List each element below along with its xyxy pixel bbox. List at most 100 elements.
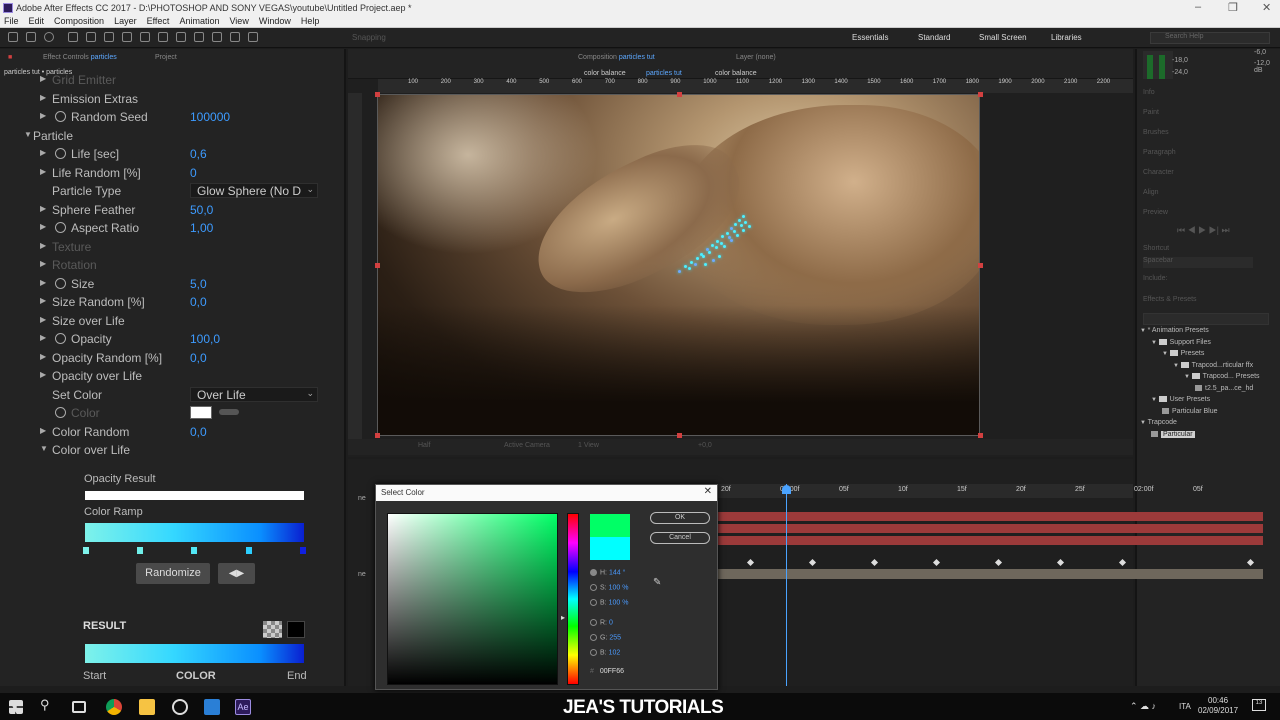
rotation-tool-icon[interactable] xyxy=(68,32,78,42)
expanded-triangle-icon[interactable]: ▼ xyxy=(40,444,48,453)
panel-close-icon[interactable]: ■ xyxy=(8,54,12,61)
collapsed-triangle-icon[interactable]: ▶ xyxy=(40,278,46,287)
close-icon[interactable]: ✕ xyxy=(704,486,712,497)
field-value[interactable]: 255 xyxy=(609,634,621,641)
checkerboard-icon[interactable] xyxy=(263,621,282,638)
keyframe-icon[interactable] xyxy=(1118,558,1127,567)
tree-item[interactable]: ▼ * Animation Presets xyxy=(1140,327,1209,334)
expanded-triangle-icon[interactable]: ▼ xyxy=(1151,397,1159,403)
app-icon[interactable] xyxy=(172,699,188,715)
property-row[interactable]: ▶ Opacity over Life xyxy=(0,367,346,385)
clock[interactable]: 00:46 02/09/2017 xyxy=(1198,696,1238,716)
tree-item[interactable]: ▼ User Presets xyxy=(1151,396,1210,403)
exposure-value[interactable]: +0,0 xyxy=(698,442,712,449)
hex-value[interactable]: 00FF66 xyxy=(600,668,624,675)
ramp-stop[interactable] xyxy=(191,547,197,554)
bounding-handle[interactable] xyxy=(978,92,983,97)
panel-paint[interactable]: Paint xyxy=(1143,109,1159,116)
property-row[interactable]: ▶ Opacity Random [%] 0,0 xyxy=(0,349,346,367)
property-value[interactable]: 0,0 xyxy=(190,351,207,365)
property-row[interactable]: ▼ Particle xyxy=(0,127,346,145)
expanded-triangle-icon[interactable]: ▼ xyxy=(1162,351,1170,357)
keyframe-icon[interactable] xyxy=(808,558,817,567)
property-dropdown[interactable]: Over Life ⌄ xyxy=(190,386,318,402)
panel-paragraph[interactable]: Paragraph xyxy=(1143,149,1176,156)
bounding-handle[interactable] xyxy=(375,92,380,97)
radio-icon[interactable] xyxy=(590,599,597,606)
composition-frame[interactable] xyxy=(377,94,980,436)
blue-field[interactable]: B: 102 xyxy=(590,649,620,656)
chrome-icon[interactable] xyxy=(106,699,122,715)
menu-file[interactable]: File xyxy=(4,16,19,27)
property-value[interactable]: 0 xyxy=(190,166,197,180)
eraser-tool-icon[interactable] xyxy=(212,32,222,42)
vegas-icon[interactable] xyxy=(204,699,220,715)
property-row[interactable]: ▶ Aspect Ratio 1,00 xyxy=(0,219,346,237)
current-time-indicator[interactable] xyxy=(786,484,787,686)
after-effects-taskbar-icon[interactable]: Ae xyxy=(235,699,251,715)
property-row[interactable]: ▶ Random Seed 100000 xyxy=(0,108,346,126)
property-row[interactable]: Set Color Over Life ⌄ xyxy=(0,386,346,404)
bounding-handle[interactable] xyxy=(978,263,983,268)
property-row[interactable]: ▶ Color Random 0,0 xyxy=(0,423,346,441)
type-tool-icon[interactable] xyxy=(158,32,168,42)
bounding-handle[interactable] xyxy=(677,92,682,97)
search-icon[interactable]: ⚲ xyxy=(40,697,56,713)
bounding-handle[interactable] xyxy=(375,433,380,438)
puppet-tool-icon[interactable] xyxy=(248,32,258,42)
menu-effect[interactable]: Effect xyxy=(147,16,170,27)
hue-marker-icon[interactable]: ▸ xyxy=(561,613,565,622)
green-field[interactable]: G: 255 xyxy=(590,634,621,641)
tree-item[interactable]: ▼ Support Files xyxy=(1151,339,1211,346)
shortcut-dropdown[interactable]: Spacebar xyxy=(1143,257,1253,268)
expanded-triangle-icon[interactable]: ▼ xyxy=(1140,328,1148,334)
panel-brushes[interactable]: Brushes xyxy=(1143,129,1169,136)
hue-slider[interactable] xyxy=(567,513,579,685)
stopwatch-icon[interactable] xyxy=(55,222,66,233)
menu-help[interactable]: Help xyxy=(301,16,320,27)
collapsed-triangle-icon[interactable]: ▶ xyxy=(40,426,46,435)
brush-tool-icon[interactable] xyxy=(176,32,186,42)
expanded-triangle-icon[interactable]: ▼ xyxy=(1184,374,1192,380)
views-dropdown[interactable]: 1 View xyxy=(578,442,599,449)
workspace-essentials[interactable]: Essentials xyxy=(852,33,888,42)
tab-composition[interactable]: Composition particles tut xyxy=(578,54,655,61)
stopwatch-icon[interactable] xyxy=(55,333,66,344)
property-row[interactable]: ▶ Size over Life xyxy=(0,312,346,330)
property-value[interactable]: 50,0 xyxy=(190,203,213,217)
collapsed-triangle-icon[interactable]: ▶ xyxy=(40,370,46,379)
saturation-field[interactable]: S: 100 % xyxy=(590,584,628,591)
layer-bar[interactable] xyxy=(718,524,1263,533)
property-value[interactable]: 0,0 xyxy=(190,425,207,439)
collapsed-triangle-icon[interactable]: ▶ xyxy=(40,333,46,342)
tab-layer[interactable]: Layer (none) xyxy=(736,54,776,61)
collapsed-triangle-icon[interactable]: ▶ xyxy=(40,241,46,250)
layer-bar[interactable] xyxy=(718,512,1263,521)
breadcrumb-particles-tut[interactable]: particles tut xyxy=(646,70,682,77)
menu-window[interactable]: Window xyxy=(259,16,291,27)
eyedropper-icon[interactable] xyxy=(219,409,239,415)
mask-tool-icon[interactable] xyxy=(122,32,132,42)
keyframe-icon[interactable] xyxy=(932,558,941,567)
tree-item[interactable]: ▼ Trapcode xyxy=(1140,419,1177,426)
ok-button[interactable]: OK xyxy=(650,512,710,524)
property-value[interactable]: 1,00 xyxy=(190,221,213,235)
property-value[interactable]: 100,0 xyxy=(190,332,220,346)
property-bar[interactable] xyxy=(718,569,1263,579)
camera-tool-icon[interactable] xyxy=(86,32,96,42)
collapsed-triangle-icon[interactable]: ▶ xyxy=(40,204,46,213)
property-row[interactable]: ▼ Color over Life xyxy=(0,441,346,459)
tree-item[interactable]: t2.5_pa...ce_hd xyxy=(1195,385,1253,392)
property-value[interactable]: 0,6 xyxy=(190,147,207,161)
field-value[interactable]: 100 % xyxy=(609,584,629,591)
file-explorer-icon[interactable] xyxy=(139,699,155,715)
layer-bar[interactable] xyxy=(718,536,1263,545)
eyedropper-icon[interactable]: ✎ xyxy=(653,577,661,588)
expanded-triangle-icon[interactable]: ▼ xyxy=(24,130,32,139)
brightness-field[interactable]: B: 100 % xyxy=(590,599,628,606)
collapsed-triangle-icon[interactable]: ▶ xyxy=(40,259,46,268)
clone-tool-icon[interactable] xyxy=(194,32,204,42)
menu-layer[interactable]: Layer xyxy=(114,16,137,27)
tab-project[interactable]: Project xyxy=(155,54,177,61)
property-dropdown[interactable]: Glow Sphere (No D ⌄ xyxy=(190,183,318,198)
